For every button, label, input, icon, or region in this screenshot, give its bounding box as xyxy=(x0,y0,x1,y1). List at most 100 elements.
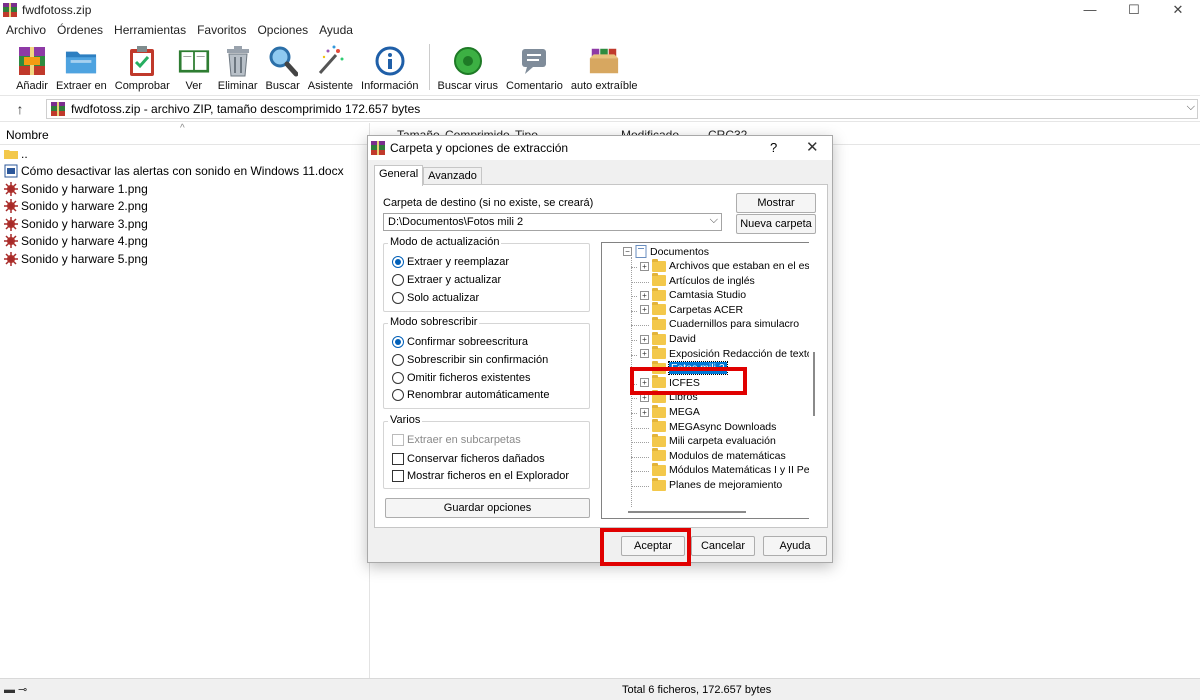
up-arrow-icon[interactable]: ↑ xyxy=(0,101,40,117)
folder-icon xyxy=(652,331,666,345)
scrollbar-thumb[interactable] xyxy=(813,352,815,416)
folder-icon xyxy=(652,404,666,418)
tree-node[interactable]: + David xyxy=(640,331,696,345)
expand-icon[interactable]: + xyxy=(640,349,649,359)
tree-line xyxy=(631,310,637,312)
menu-favoritos[interactable]: Favoritos xyxy=(197,23,246,37)
comment-icon xyxy=(522,49,547,74)
folder-icon xyxy=(652,477,666,491)
menu-herramientas[interactable]: Herramientas xyxy=(114,23,186,37)
expand-icon[interactable]: + xyxy=(640,261,649,271)
tree-line xyxy=(631,398,637,400)
window-controls: — ☐ ✕ xyxy=(1068,0,1200,20)
tree-node[interactable]: + Exposición Redacción de texto xyxy=(640,346,813,360)
radio-confirm-overwrite[interactable]: Confirmar sobreescritura xyxy=(392,336,528,348)
close-button[interactable]: ✕ xyxy=(1156,0,1200,20)
menu-ayuda[interactable]: Ayuda xyxy=(319,23,353,37)
radio-icon xyxy=(392,372,404,384)
save-options-button[interactable]: Guardar opciones xyxy=(385,498,590,518)
tree-horizontal-scrollbar[interactable] xyxy=(628,511,746,513)
tree-node[interactable]: + Camtasia Studio xyxy=(640,287,746,301)
close-icon[interactable]: ✕ xyxy=(806,138,819,156)
tree-node[interactable]: MEGAsync Downloads xyxy=(640,419,776,433)
tree-node[interactable]: Modulos de matemáticas xyxy=(640,448,786,462)
tab-general[interactable]: General xyxy=(374,165,424,186)
list-item[interactable]: Sonido y harware 4.png xyxy=(0,233,369,251)
tree-node[interactable]: Módulos Matemáticas I y II Per xyxy=(640,462,813,476)
address-field[interactable]: fwdfotoss.zip - archivo ZIP, tamaño desc… xyxy=(46,99,1198,119)
find-button[interactable]: Buscar xyxy=(264,40,302,92)
info-button[interactable]: Información xyxy=(359,40,420,92)
minimize-button[interactable]: — xyxy=(1068,0,1112,20)
radio-update-only[interactable]: Solo actualizar xyxy=(392,292,479,304)
tree-line xyxy=(631,354,637,356)
tree-node-documentos[interactable]: − Documentos xyxy=(623,245,709,258)
folder-icon xyxy=(652,258,666,272)
tree-vertical-scrollbar[interactable] xyxy=(809,242,819,519)
sfx-button[interactable]: auto extraíble xyxy=(569,40,640,92)
show-button[interactable]: Mostrar xyxy=(736,193,816,213)
checkbox-extract-subfolders[interactable]: Extraer en subcarpetas xyxy=(392,434,521,446)
expand-icon[interactable]: + xyxy=(640,290,649,300)
tree-node[interactable]: + Archivos que estaban en el esc xyxy=(640,258,815,272)
radio-auto-rename[interactable]: Renombrar automáticamente xyxy=(392,389,549,401)
help-button[interactable]: Ayuda xyxy=(763,536,827,556)
tree-node[interactable]: + Carpetas ACER xyxy=(640,302,743,316)
folder-icon xyxy=(652,287,666,301)
radio-extract-update[interactable]: Extraer y actualizar xyxy=(392,274,501,286)
chevron-down-icon[interactable]: ⌵ xyxy=(710,214,718,227)
tab-advanced[interactable]: Avanzado xyxy=(423,167,482,185)
add-button[interactable]: Añadir xyxy=(14,40,50,92)
status-icons[interactable]: ▬ ⊸ xyxy=(4,683,27,696)
wizard-button[interactable]: Asistente xyxy=(306,40,355,92)
toolbar: Añadir Extraer en Comprobar Ver Eliminar… xyxy=(0,40,1200,96)
list-item[interactable]: Sonido y harware 2.png xyxy=(0,198,369,216)
comment-button[interactable]: Comentario xyxy=(504,40,565,92)
delete-button[interactable]: Eliminar xyxy=(216,40,260,92)
extract-to-button[interactable]: Extraer en xyxy=(54,40,109,92)
folder-icon xyxy=(652,346,666,360)
tree-node[interactable]: Planes de mejoramiento xyxy=(640,477,782,491)
menu-ordenes[interactable]: Órdenes xyxy=(57,23,103,37)
tree-node[interactable]: Mili carpeta evaluación xyxy=(640,433,776,447)
list-item[interactable]: Sonido y harware 3.png xyxy=(0,215,369,233)
tree-node[interactable]: Cuadernillos para simulacro xyxy=(640,316,799,330)
menu-opciones[interactable]: Opciones xyxy=(257,23,308,37)
expand-icon[interactable]: + xyxy=(640,334,649,344)
column-header-name[interactable]: Nombre ^ xyxy=(0,123,369,145)
add-archive-icon xyxy=(19,47,45,75)
documents-folder-icon xyxy=(635,245,647,258)
image-file-icon xyxy=(4,251,18,266)
maximize-button[interactable]: ☐ xyxy=(1112,0,1156,20)
tree-node[interactable]: Artículos de inglés xyxy=(640,273,755,287)
test-button[interactable]: Comprobar xyxy=(113,40,172,92)
virus-scan-button[interactable]: Buscar virus xyxy=(436,40,501,92)
list-item[interactable]: Sonido y harware 5.png xyxy=(0,250,369,268)
chevron-down-icon[interactable]: ⌵ xyxy=(1187,101,1195,114)
radio-skip-existing[interactable]: Omitir ficheros existentes xyxy=(392,372,530,384)
winrar-icon xyxy=(3,3,17,17)
tree-node[interactable]: + MEGA xyxy=(640,404,700,418)
expand-icon[interactable]: + xyxy=(640,305,649,315)
radio-overwrite-no-confirm[interactable]: Sobrescribir sin confirmación xyxy=(392,354,548,366)
expand-icon[interactable]: + xyxy=(640,407,649,417)
list-item[interactable]: Cómo desactivar las alertas con sonido e… xyxy=(0,163,369,181)
radio-selected-icon xyxy=(392,336,404,348)
folder-icon xyxy=(652,302,666,316)
tree-line xyxy=(631,267,637,268)
status-total: Total 6 ficheros, 172.657 bytes xyxy=(622,684,772,696)
checkbox-keep-broken[interactable]: Conservar ficheros dañados xyxy=(392,453,545,465)
list-item[interactable]: .. xyxy=(0,145,369,163)
destination-label: Carpeta de destino (si no existe, se cre… xyxy=(383,197,594,209)
new-folder-button[interactable]: Nueva carpeta xyxy=(736,214,816,234)
list-item[interactable]: Sonido y harware 1.png xyxy=(0,180,369,198)
radio-extract-replace[interactable]: Extraer y reemplazar xyxy=(392,256,509,268)
title-bar: fwdfotoss.zip — ☐ ✕ xyxy=(0,0,1200,20)
destination-combobox[interactable]: D:\Documentos\Fotos mili 2 ⌵ xyxy=(383,213,722,231)
help-icon[interactable]: ? xyxy=(770,140,777,155)
checkbox-show-in-explorer[interactable]: Mostrar ficheros en el Explorador xyxy=(392,470,569,482)
cancel-button[interactable]: Cancelar xyxy=(691,536,755,556)
menu-archivo[interactable]: Archivo xyxy=(6,23,46,37)
collapse-icon[interactable]: − xyxy=(623,247,632,256)
view-button[interactable]: Ver xyxy=(176,40,212,92)
